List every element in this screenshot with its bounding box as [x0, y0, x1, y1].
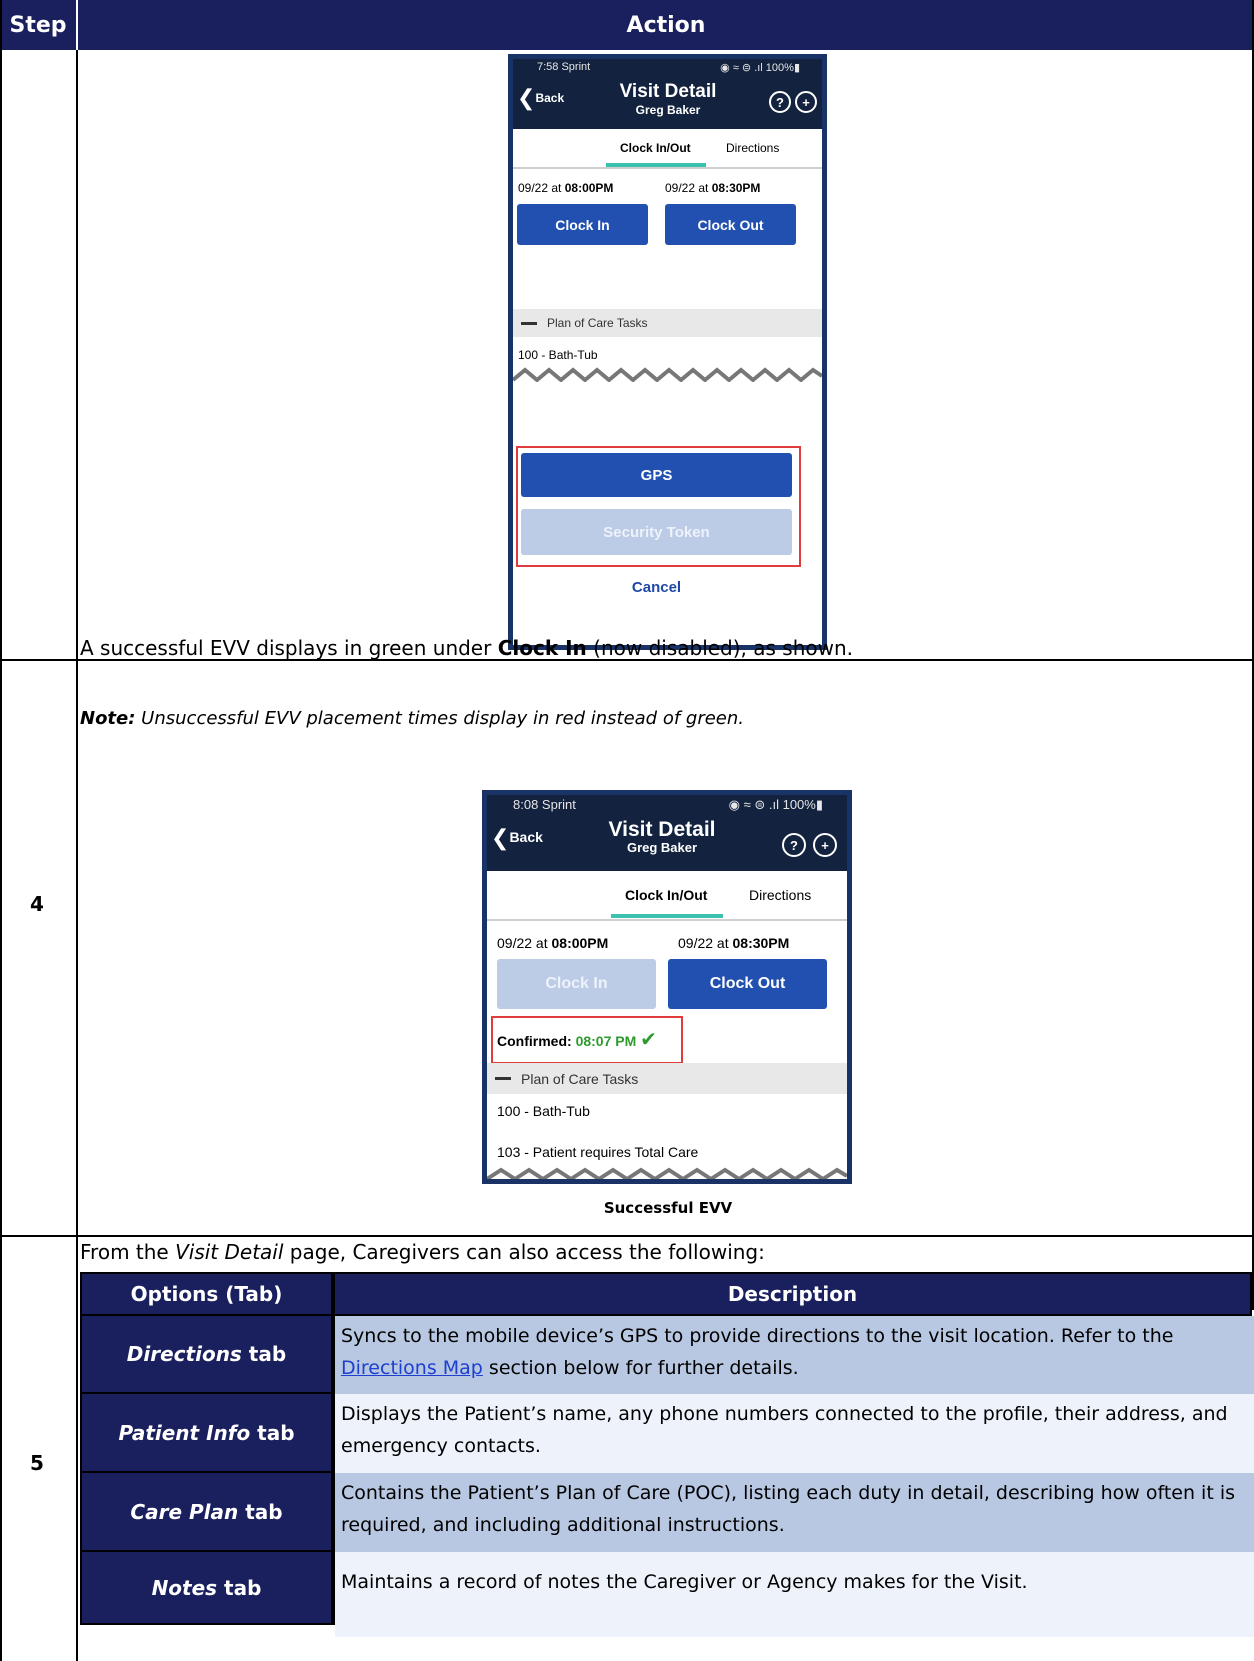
patient-info-description: Displays the Patient’s name, any phone n…: [335, 1394, 1254, 1475]
app-header: 8:08 Sprint ◉ ≈ ⊜ .ıl 100%▮ ❮Back Visit …: [487, 795, 847, 871]
tab-directions[interactable]: Directions: [749, 887, 811, 903]
add-icon[interactable]: +: [813, 833, 837, 857]
task-item: 103 - Patient requires Total Care: [497, 1144, 699, 1160]
action-column-header: Action: [78, 0, 1254, 50]
step4-description: A successful EVV displays in green under…: [80, 636, 854, 660]
status-bar-icons: ◉ ≈ ⊜ .ıl 100%▮: [728, 797, 823, 812]
back-button[interactable]: ❮Back: [491, 825, 543, 851]
task-item: 100 - Bath-Tub: [497, 1103, 590, 1119]
phone-screenshot-successful-evv: 8:08 Sprint ◉ ≈ ⊜ .ıl 100%▮ ❮Back Visit …: [482, 790, 852, 1184]
plan-of-care-section[interactable]: Plan of Care Tasks: [513, 309, 822, 337]
title-text: Visit Detail: [619, 81, 717, 102]
directions-description: Syncs to the mobile device’s GPS to prov…: [335, 1316, 1254, 1396]
options-header: Options (Tab): [82, 1274, 331, 1314]
care-plan-description: Contains the Patient’s Plan of Care (POC…: [335, 1473, 1254, 1554]
tab-notes-label: Notes tab: [82, 1552, 331, 1623]
collapse-icon: [495, 1077, 511, 1080]
status-bar-time: 8:08 Sprint: [513, 797, 576, 812]
tab-care-plan-label: Care Plan tab: [82, 1473, 331, 1550]
title-text: Visit Detail: [608, 818, 716, 841]
description-header: Description: [335, 1274, 1250, 1314]
status-bar-icons: ◉ ≈ ⊜ .ıl 100%▮: [720, 62, 800, 74]
clock-out-time: 09/22 at 08:30PM: [665, 181, 761, 195]
chevron-left-icon: ❮: [517, 85, 536, 110]
clock-out-button[interactable]: Clock Out: [668, 959, 827, 1009]
clock-in-button-disabled: Clock In: [497, 959, 656, 1009]
step5-intro: From the Visit Detail page, Caregivers c…: [80, 1240, 765, 1264]
clock-out-button[interactable]: Clock Out: [665, 204, 796, 245]
tab-clock-in-out[interactable]: Clock In/Out: [620, 141, 691, 155]
plan-of-care-section[interactable]: Plan of Care Tasks: [487, 1063, 847, 1094]
app-header: 7:58 Sprint ◉ ≈ ⊜ .ıl 100%▮ ❮Back Visit …: [513, 59, 822, 129]
step4-note: Note: Unsuccessful EVV placement times d…: [80, 708, 745, 729]
page-title: Visit Detail Greg Baker: [587, 819, 737, 855]
step-number-5: 5: [30, 1451, 44, 1475]
tab-directions-label: Directions tab: [82, 1316, 331, 1392]
status-bar-time: 7:58 Sprint: [537, 61, 591, 73]
step-column-header: Step: [0, 0, 76, 50]
torn-edge-decoration: [513, 367, 822, 382]
table-left-border: [0, 0, 2, 1661]
directions-map-link[interactable]: Directions Map: [341, 1357, 483, 1379]
patient-name: Greg Baker: [626, 840, 698, 855]
add-icon[interactable]: +: [795, 91, 817, 113]
checkmark-icon: ✔: [640, 1029, 657, 1051]
gps-button[interactable]: GPS: [521, 453, 792, 497]
back-button[interactable]: ❮Back: [517, 85, 564, 111]
help-icon[interactable]: ?: [769, 91, 791, 113]
task-item: 100 - Bath-Tub: [518, 348, 598, 362]
clock-in-button[interactable]: Clock In: [517, 204, 648, 245]
tab-patient-info-label: Patient Info tab: [82, 1394, 331, 1471]
step-number-4: 4: [30, 892, 44, 916]
notes-description: Maintains a record of notes the Caregive…: [335, 1552, 1254, 1637]
clock-in-time: 09/22 at 08:00PM: [497, 935, 609, 951]
chevron-left-icon: ❮: [491, 825, 510, 850]
patient-name: Greg Baker: [635, 103, 701, 117]
help-icon[interactable]: ?: [782, 833, 806, 857]
tab-separator: [487, 919, 847, 921]
active-tab-indicator: [611, 914, 723, 918]
clock-in-time: 09/22 at 08:00PM: [518, 181, 614, 195]
phone-screenshot-clock-in-options: 7:58 Sprint ◉ ≈ ⊜ .ıl 100%▮ ❮Back Visit …: [508, 54, 827, 650]
figure-caption: Successful EVV: [603, 1199, 733, 1217]
page-title: Visit Detail Greg Baker: [603, 81, 733, 117]
collapse-icon: [521, 321, 537, 325]
table-column-divider: [76, 50, 78, 1661]
clock-out-time: 09/22 at 08:30PM: [678, 935, 790, 951]
cancel-button[interactable]: Cancel: [513, 579, 800, 596]
action-header-label: Action: [626, 12, 706, 38]
tab-separator: [513, 167, 822, 169]
security-token-button[interactable]: Security Token: [521, 509, 792, 555]
torn-edge-decoration: [487, 1167, 847, 1179]
row-divider-2: [0, 1235, 1254, 1237]
tab-clock-in-out[interactable]: Clock In/Out: [625, 887, 707, 903]
tab-directions[interactable]: Directions: [726, 141, 779, 155]
confirmed-status: Confirmed: 08:07 PM ✔: [497, 1029, 657, 1051]
step-header-label: Step: [9, 12, 67, 38]
